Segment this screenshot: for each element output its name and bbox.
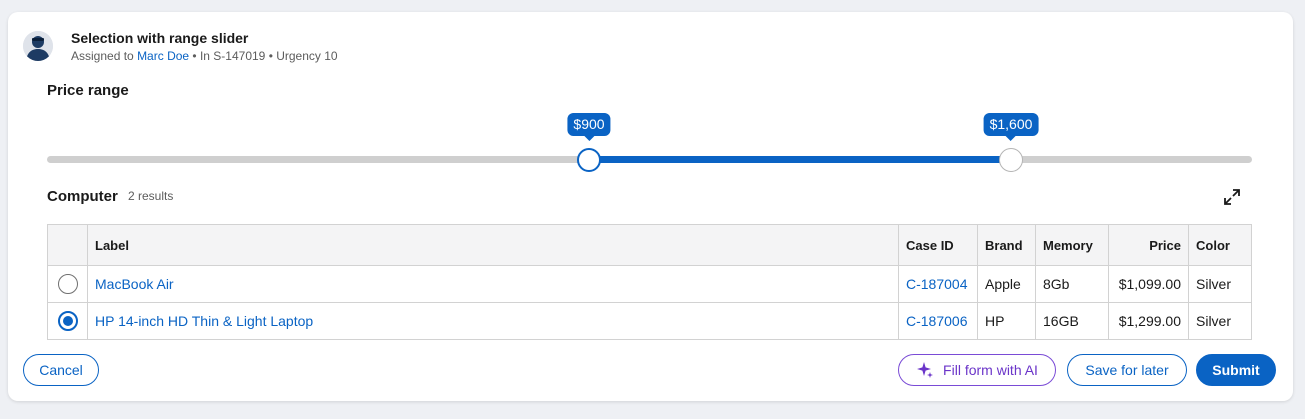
case-reference: • In S-147019 — [192, 49, 266, 63]
cancel-button[interactable]: Cancel — [23, 354, 99, 386]
user-avatar-icon — [23, 31, 53, 61]
column-header-memory[interactable]: Memory — [1035, 224, 1109, 266]
case-id-cell: C-187006 — [898, 302, 978, 340]
column-header-price[interactable]: Price — [1108, 224, 1189, 266]
save-for-later-button[interactable]: Save for later — [1067, 354, 1187, 386]
color-cell: Silver — [1188, 265, 1252, 303]
urgency-text: • Urgency 10 — [268, 49, 338, 63]
table-row[interactable]: HP 14-inch HD Thin & Light Laptop C-1870… — [47, 302, 1252, 340]
slider-max-thumb[interactable] — [999, 148, 1023, 172]
assigned-label: Assigned to — [71, 49, 134, 63]
column-header-color[interactable]: Color — [1188, 224, 1252, 266]
brand-cell: HP — [977, 302, 1036, 340]
column-header-brand[interactable]: Brand — [977, 224, 1036, 266]
submit-button[interactable]: Submit — [1196, 354, 1276, 386]
assignee-link[interactable]: Marc Doe — [137, 49, 189, 63]
row-select-cell — [47, 302, 88, 340]
row-radio-selected[interactable] — [57, 311, 78, 331]
result-count: 2 results — [128, 189, 174, 203]
fill-form-ai-label: Fill form with AI — [943, 362, 1038, 378]
case-meta: Assigned to Marc Doe • In S-147019 • Urg… — [71, 49, 338, 63]
avatar — [23, 31, 53, 61]
min-value-tooltip: $900 — [567, 113, 611, 141]
item-label-link[interactable]: HP 14-inch HD Thin & Light Laptop — [95, 313, 313, 329]
select-column-header — [47, 224, 88, 266]
section-title: Computer — [47, 188, 118, 205]
sparkle-icon — [916, 361, 934, 379]
column-header-label[interactable]: Label — [87, 224, 899, 266]
item-label-link[interactable]: MacBook Air — [95, 276, 174, 292]
column-header-case-id[interactable]: Case ID — [898, 224, 978, 266]
table-row[interactable]: MacBook Air C-187004 Apple 8Gb $1,099.00… — [47, 265, 1252, 303]
memory-cell: 16GB — [1035, 302, 1109, 340]
memory-cell: 8Gb — [1035, 265, 1109, 303]
price-cell: $1,099.00 — [1108, 265, 1189, 303]
case-title: Selection with range slider — [71, 30, 249, 46]
color-cell: Silver — [1188, 302, 1252, 340]
brand-cell: Apple — [977, 265, 1036, 303]
slider-min-thumb[interactable] — [577, 148, 601, 172]
price-range-label: Price range — [47, 82, 129, 99]
fill-form-ai-button[interactable]: Fill form with AI — [898, 354, 1056, 386]
case-id-link[interactable]: C-187006 — [906, 313, 968, 329]
slider-selected-range — [589, 156, 1011, 163]
case-id-link[interactable]: C-187004 — [906, 276, 968, 292]
results-table: Label Case ID Brand Memory Price Color M… — [47, 224, 1252, 340]
label-cell: MacBook Air — [87, 265, 899, 303]
row-select-cell — [47, 265, 88, 303]
max-value-tooltip: $1,600 — [983, 113, 1039, 141]
row-radio[interactable] — [57, 274, 78, 294]
expand-icon[interactable] — [1222, 187, 1242, 207]
case-card: Selection with range slider Assigned to … — [8, 12, 1293, 401]
case-id-cell: C-187004 — [898, 265, 978, 303]
table-header-row: Label Case ID Brand Memory Price Color — [47, 224, 1252, 266]
price-cell: $1,299.00 — [1108, 302, 1189, 340]
label-cell: HP 14-inch HD Thin & Light Laptop — [87, 302, 899, 340]
